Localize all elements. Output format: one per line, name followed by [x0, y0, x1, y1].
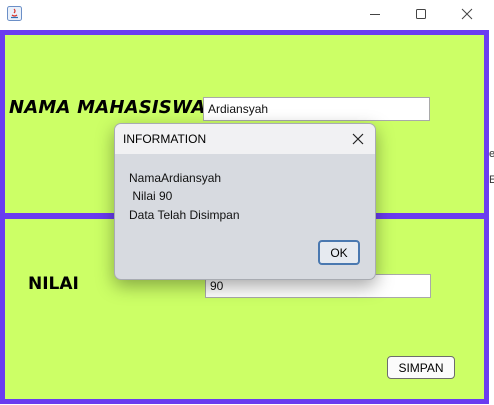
minimize-icon	[370, 14, 380, 15]
dialog-message-line: Data Telah Disimpan	[129, 208, 240, 222]
minimize-button[interactable]	[352, 0, 398, 28]
dialog-message-line: NamaArdiansyah	[129, 171, 222, 185]
dialog-title: INFORMATION	[123, 132, 207, 146]
clipped-edge-text: e	[489, 148, 494, 160]
nama-input[interactable]: Ardiansyah	[203, 97, 430, 121]
maximize-button[interactable]	[398, 0, 444, 28]
simpan-button[interactable]: SIMPAN	[387, 356, 455, 379]
nilai-label: NILAI	[28, 274, 79, 294]
ok-button[interactable]: OK	[318, 240, 360, 265]
close-icon	[461, 8, 473, 20]
maximize-icon	[416, 9, 426, 19]
dialog-titlebar: INFORMATION	[115, 124, 375, 154]
information-dialog: INFORMATION NamaArdiansyah Nilai 90 Data…	[114, 123, 376, 280]
nama-mahasiswa-label: NAMA MAHASISWA	[9, 97, 206, 118]
java-icon	[7, 6, 22, 21]
dialog-close-button[interactable]	[347, 128, 369, 150]
close-icon	[352, 133, 364, 145]
window-titlebar	[0, 0, 494, 30]
clipped-edge-text: E	[489, 174, 494, 186]
close-window-button[interactable]	[444, 0, 490, 28]
dialog-message-line: Nilai 90	[129, 189, 173, 203]
